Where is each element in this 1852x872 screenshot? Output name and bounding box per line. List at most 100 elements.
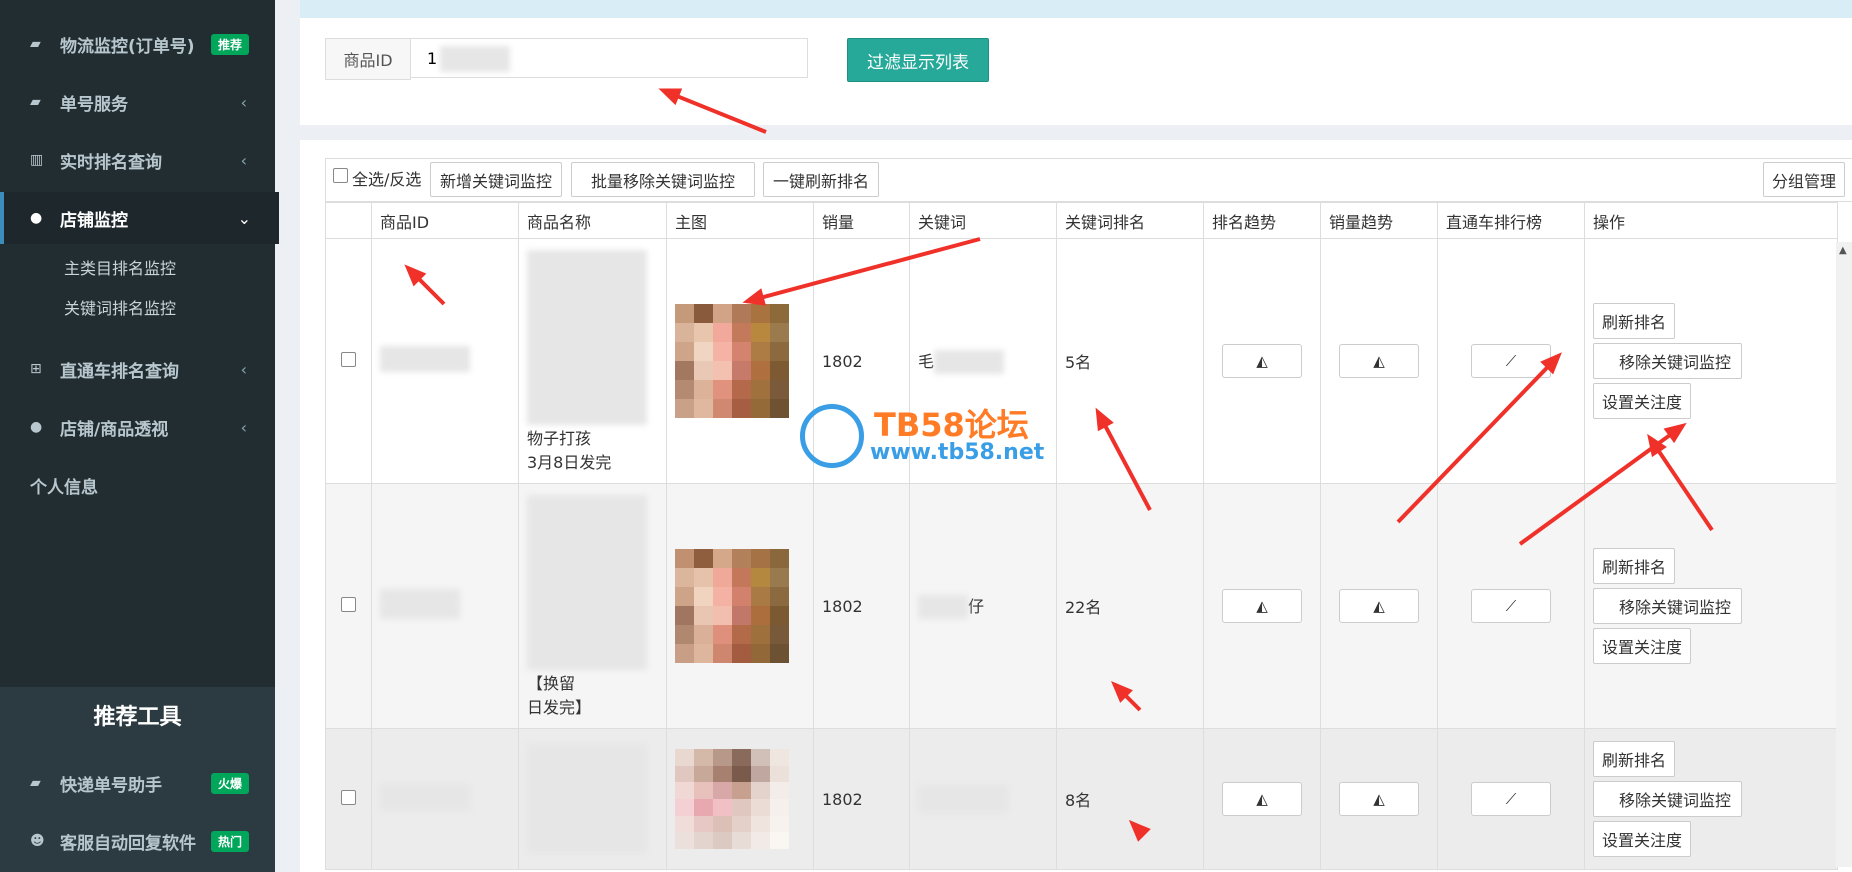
redacted-text: [527, 494, 647, 670]
header-cell: 主图: [666, 202, 814, 239]
rank-trend-cell: ◭: [1203, 238, 1321, 484]
area-chart-icon[interactable]: ◭: [1222, 344, 1302, 378]
sidebar-item-shop-insight[interactable]: ● 店铺/商品透视 ‹: [0, 405, 275, 449]
rank-trend-cell: ◭: [1203, 728, 1321, 870]
annotation-arrow: [1131, 822, 1145, 836]
row-checkbox[interactable]: [341, 351, 356, 367]
header-cell: 关键词排名: [1056, 202, 1204, 239]
sidebar-item-label: 单号服务: [60, 94, 128, 115]
product-image: [675, 749, 789, 849]
filter-button[interactable]: 过滤显示列表: [847, 38, 989, 82]
header-checkbox-col: [325, 202, 372, 239]
truck-icon: ▰: [30, 775, 41, 791]
tool-item-express[interactable]: ▰ 快递单号助手 火爆: [0, 761, 275, 805]
hot-badge: 火爆: [210, 772, 249, 794]
chevron-left-icon: ‹: [240, 417, 247, 437]
redacted-text: [934, 350, 1005, 375]
sidebar-subitem-category-rank[interactable]: 主类目排名监控: [64, 255, 176, 279]
refresh-rank-button[interactable]: 刷新排名: [1593, 548, 1676, 584]
hot-badge: 热门: [210, 830, 249, 852]
main-image-cell: [666, 238, 814, 484]
set-follow-button[interactable]: 设置关注度: [1593, 383, 1692, 419]
table-scrollbar[interactable]: ▲: [1836, 242, 1852, 867]
product-name-date: 3月8日发完: [527, 452, 612, 472]
group-manage-button[interactable]: 分组管理: [1763, 162, 1845, 197]
redacted-text: [527, 249, 647, 425]
main-image-cell: [666, 728, 814, 870]
row-checkbox[interactable]: [341, 596, 356, 612]
chevron-left-icon: ‹: [240, 150, 247, 170]
recommended-tools: 推荐工具 ▰ 快递单号助手 火爆 ☻ 客服自动回复软件 热门: [0, 687, 275, 872]
main-image-cell: [666, 483, 814, 729]
product-image: [675, 549, 789, 663]
add-keyword-monitor-button[interactable]: 新增关键词监控: [430, 162, 562, 197]
refresh-rank-button[interactable]: 刷新排名: [1593, 303, 1676, 339]
sidebar-item-label: 店铺监控: [60, 210, 128, 231]
sales-cell: 1802: [813, 483, 910, 729]
set-follow-button[interactable]: 设置关注度: [1593, 628, 1692, 664]
truck-icon: ▰: [30, 94, 41, 110]
batch-remove-button[interactable]: 批量移除关键词监控: [571, 162, 755, 197]
remove-monitor-button[interactable]: 移除关键词监控: [1593, 343, 1743, 379]
line-chart-icon[interactable]: ⟋: [1471, 782, 1551, 816]
row-checkbox[interactable]: [341, 789, 356, 805]
sidebar: ▰ 物流监控(订单号) 推荐 ▰ 单号服务 ‹ ▥ 实时排名查询 ‹ ● 店铺监…: [0, 0, 279, 872]
row-checkbox-cell: [325, 728, 372, 870]
product-name-tail: 物子打孩: [527, 428, 592, 448]
sidebar-item-logistics[interactable]: ▰ 物流监控(订单号) 推荐: [0, 22, 275, 66]
product-name-cell: 【换留 日发完】: [518, 483, 667, 729]
header-cell: 操作: [1584, 202, 1838, 239]
sidebar-item-order-service[interactable]: ▰ 单号服务 ‹: [0, 80, 275, 124]
ztc-rank-cell: ⟋: [1437, 483, 1585, 729]
product-name-cell: [518, 728, 667, 870]
remove-monitor-button[interactable]: 移除关键词监控: [1593, 781, 1743, 817]
row-checkbox-cell: [325, 483, 372, 729]
row-checkbox-cell: [325, 238, 372, 484]
sales-trend-cell: ◭: [1320, 483, 1438, 729]
ztc-rank-cell: ⟋: [1437, 728, 1585, 870]
chevron-down-icon: ⌄: [237, 208, 251, 228]
redacted-text: [527, 744, 647, 854]
sidebar-item-shop-monitor[interactable]: ● 店铺监控 ⌄: [0, 192, 279, 244]
product-name-date: 日发完】: [527, 697, 592, 717]
header-cell: 排名趋势: [1203, 202, 1321, 239]
globe-icon: ●: [30, 419, 43, 435]
area-chart-icon[interactable]: ◭: [1339, 589, 1419, 623]
sidebar-item-label: 个人信息: [30, 477, 98, 498]
scroll-up-icon[interactable]: ▲: [1839, 245, 1847, 256]
sidebar-item-profile[interactable]: 个人信息: [0, 463, 275, 507]
globe-icon: ●: [30, 210, 43, 226]
table-row: 1802 8名 ◭ ◭ ⟋ 刷新排名 移除关键词监控 设置关注度: [325, 728, 1838, 870]
line-chart-icon[interactable]: ⟋: [1471, 589, 1551, 623]
header-cell: 商品ID: [371, 202, 519, 239]
sidebar-item-realtime-rank[interactable]: ▥ 实时排名查询 ‹: [0, 138, 275, 182]
select-all-label[interactable]: 全选/反选: [352, 166, 421, 190]
tool-item-autoreply[interactable]: ☻ 客服自动回复软件 热门: [0, 819, 275, 863]
hand-logo-icon: [800, 404, 864, 468]
refresh-all-button[interactable]: 一键刷新排名: [763, 162, 879, 197]
actions-cell: 刷新排名 移除关键词监控 设置关注度: [1584, 238, 1838, 484]
area-chart-icon[interactable]: ◭: [1222, 782, 1302, 816]
select-all-checkbox[interactable]: [333, 168, 348, 183]
redacted-text: [380, 784, 470, 810]
sidebar-subitem-keyword-rank[interactable]: 关键词排名监控: [64, 295, 176, 319]
sales-cell: 1802: [813, 728, 910, 870]
redacted-text: [440, 46, 510, 72]
set-follow-button[interactable]: 设置关注度: [1593, 821, 1692, 857]
actions-cell: 刷新排名 移除关键词监控 设置关注度: [1584, 728, 1838, 870]
tools-title: 推荐工具: [93, 705, 182, 730]
area-chart-icon[interactable]: ◭: [1222, 589, 1302, 623]
remove-monitor-button[interactable]: 移除关键词监控: [1593, 588, 1743, 624]
table-row: 物子打孩 3月8日发完 1802 毛 5名 ◭ ◭ ⟋ 刷新排名 移除关键词监控…: [325, 238, 1838, 484]
recommend-badge: 推荐: [210, 33, 249, 55]
product-id-cell: [371, 483, 519, 729]
keyword-cell: [909, 728, 1057, 870]
area-chart-icon[interactable]: ◭: [1339, 344, 1419, 378]
header-cell: 关键词: [909, 202, 1057, 239]
redacted-text: [918, 785, 1008, 813]
refresh-rank-button[interactable]: 刷新排名: [1593, 741, 1676, 777]
product-name-tail: 【换留: [527, 673, 576, 693]
table-header-row: 商品ID 商品名称 主图 销量 关键词 关键词排名 排名趋势 销量趋势 直通车排…: [325, 202, 1838, 239]
sidebar-item-ztc-rank[interactable]: ⊞ 直通车排名查询 ‹: [0, 347, 275, 391]
area-chart-icon[interactable]: ◭: [1339, 782, 1419, 816]
